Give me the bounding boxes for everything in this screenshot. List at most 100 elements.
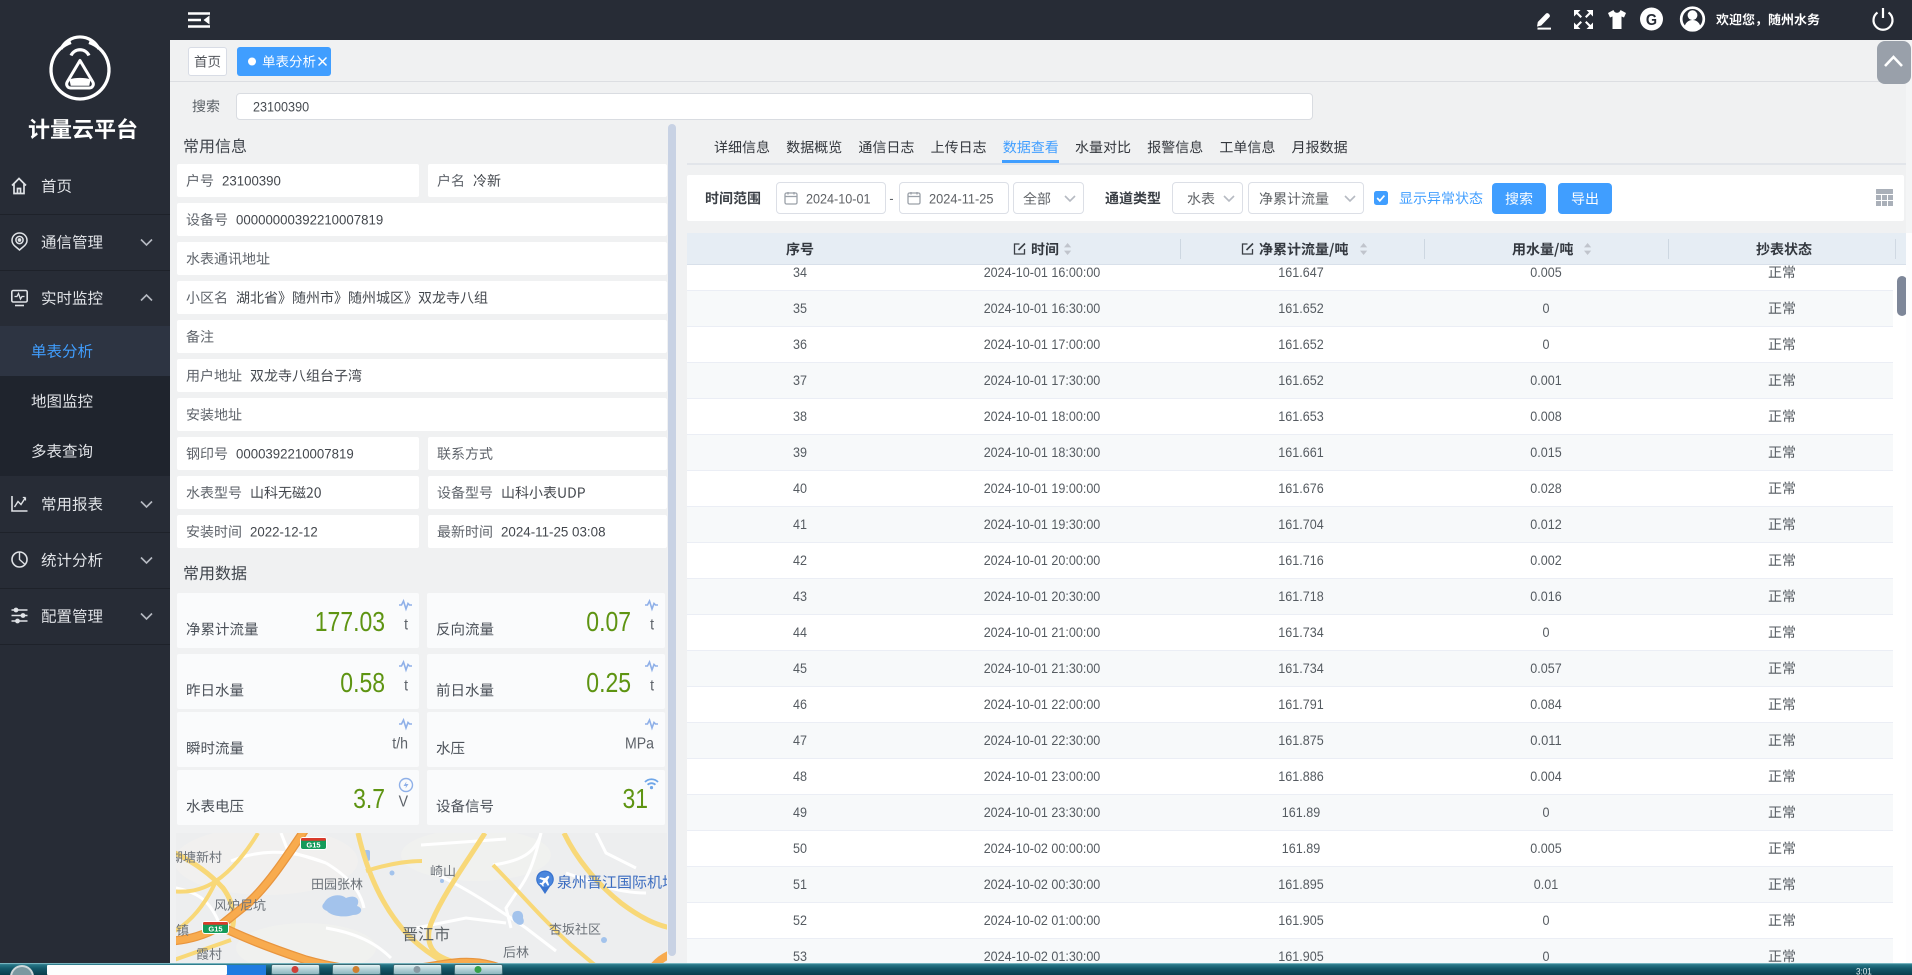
svg-text:3:01: 3:01 xyxy=(1856,967,1872,975)
svg-text:2024-10-01 23:00:00: 2024-10-01 23:00:00 xyxy=(984,769,1101,784)
svg-text:2024-10-01 21:00:00: 2024-10-01 21:00:00 xyxy=(984,625,1101,640)
svg-text:161.895: 161.895 xyxy=(1278,877,1323,892)
svg-text:48: 48 xyxy=(793,769,807,784)
svg-text:t: t xyxy=(404,617,408,634)
svg-text:t: t xyxy=(650,678,654,695)
svg-text:31: 31 xyxy=(623,783,649,814)
svg-text:36: 36 xyxy=(793,337,807,352)
svg-text:3.7: 3.7 xyxy=(353,783,385,814)
svg-text:2024-10-02 01:30:00: 2024-10-02 01:30:00 xyxy=(984,949,1101,964)
svg-text:0.028: 0.028 xyxy=(1530,481,1561,496)
svg-text:2022-12-12: 2022-12-12 xyxy=(250,524,318,539)
svg-text:0: 0 xyxy=(1543,625,1550,640)
svg-text:161.791: 161.791 xyxy=(1278,697,1323,712)
svg-text:161.661: 161.661 xyxy=(1278,445,1323,460)
svg-text:2024-10-01 21:30:00: 2024-10-01 21:30:00 xyxy=(984,661,1101,676)
svg-text:2024-10-01 16:00:00: 2024-10-01 16:00:00 xyxy=(984,265,1101,280)
svg-text:177.03: 177.03 xyxy=(315,606,385,637)
svg-text:G: G xyxy=(1646,12,1657,29)
svg-text:161.647: 161.647 xyxy=(1278,265,1323,280)
svg-text:2024-10-02 00:30:00: 2024-10-02 00:30:00 xyxy=(984,877,1101,892)
svg-text:0.012: 0.012 xyxy=(1530,517,1561,532)
svg-text:2024-10-01 17:30:00: 2024-10-01 17:30:00 xyxy=(984,373,1101,388)
svg-text:161.704: 161.704 xyxy=(1278,517,1324,532)
svg-text:23100390: 23100390 xyxy=(222,173,281,188)
svg-text:2024-10-01 19:30:00: 2024-10-01 19:30:00 xyxy=(984,517,1101,532)
svg-text:2024-10-01 19:00:00: 2024-10-01 19:00:00 xyxy=(984,481,1101,496)
svg-text:161.886: 161.886 xyxy=(1278,769,1323,784)
svg-text:2024-10-01 20:30:00: 2024-10-01 20:30:00 xyxy=(984,589,1101,604)
svg-text:0: 0 xyxy=(1543,913,1550,928)
svg-text:0.002: 0.002 xyxy=(1530,553,1561,568)
svg-text:2024-10-01 17:00:00: 2024-10-01 17:00:00 xyxy=(984,337,1101,352)
svg-text:2024-10-01 22:00:00: 2024-10-01 22:00:00 xyxy=(984,697,1101,712)
svg-text:0.004: 0.004 xyxy=(1530,769,1562,784)
svg-text:161.653: 161.653 xyxy=(1278,409,1323,424)
svg-text:39: 39 xyxy=(793,445,807,460)
svg-text:0.25: 0.25 xyxy=(586,667,631,698)
svg-text:51: 51 xyxy=(793,877,807,892)
svg-text:G15: G15 xyxy=(306,841,320,850)
svg-text:0: 0 xyxy=(1543,805,1550,820)
svg-text:0.01: 0.01 xyxy=(1534,877,1558,892)
svg-text:0: 0 xyxy=(1543,949,1550,964)
svg-text:44: 44 xyxy=(793,625,807,640)
svg-text:2024-10-02 01:00:00: 2024-10-02 01:00:00 xyxy=(984,913,1101,928)
svg-text:0.057: 0.057 xyxy=(1530,661,1561,676)
svg-text:161.652: 161.652 xyxy=(1278,337,1323,352)
svg-text:MPa: MPa xyxy=(625,736,654,753)
svg-text:161.89: 161.89 xyxy=(1282,805,1320,820)
svg-text:49: 49 xyxy=(793,805,807,820)
svg-text:161.676: 161.676 xyxy=(1278,481,1323,496)
svg-text:2024-10-02 00:00:00: 2024-10-02 00:00:00 xyxy=(984,841,1101,856)
svg-text:t: t xyxy=(404,678,408,695)
svg-text:46: 46 xyxy=(793,697,807,712)
svg-text:0.008: 0.008 xyxy=(1530,409,1561,424)
svg-text:0.58: 0.58 xyxy=(340,667,385,698)
svg-text:23100390: 23100390 xyxy=(253,98,309,114)
svg-text:161.905: 161.905 xyxy=(1278,913,1323,928)
svg-text:2024-10-01: 2024-10-01 xyxy=(806,190,871,206)
svg-text:47: 47 xyxy=(793,733,807,748)
svg-text:2024-10-01 18:00:00: 2024-10-01 18:00:00 xyxy=(984,409,1101,424)
svg-text:0.011: 0.011 xyxy=(1530,733,1561,748)
svg-text:35: 35 xyxy=(793,301,807,316)
svg-text:2024-10-01 20:00:00: 2024-10-01 20:00:00 xyxy=(984,553,1101,568)
svg-text:50: 50 xyxy=(793,841,807,856)
svg-text:t/h: t/h xyxy=(392,736,408,753)
svg-text:2024-11-25: 2024-11-25 xyxy=(929,190,994,206)
svg-text:34: 34 xyxy=(793,265,807,280)
svg-text:0: 0 xyxy=(1543,337,1550,352)
svg-text:161.652: 161.652 xyxy=(1278,373,1323,388)
svg-text:0.015: 0.015 xyxy=(1530,445,1561,460)
svg-text:0.016: 0.016 xyxy=(1530,589,1561,604)
svg-text:53: 53 xyxy=(793,949,807,964)
svg-text:0: 0 xyxy=(1543,301,1550,316)
svg-text:V: V xyxy=(399,794,409,811)
svg-text:161.89: 161.89 xyxy=(1282,841,1320,856)
svg-text:41: 41 xyxy=(793,517,807,532)
svg-text:0.001: 0.001 xyxy=(1530,373,1561,388)
svg-text:42: 42 xyxy=(793,553,807,568)
svg-text:0.005: 0.005 xyxy=(1530,265,1561,280)
svg-text:43: 43 xyxy=(793,589,807,604)
svg-text:37: 37 xyxy=(793,373,807,388)
svg-text:2024-10-01 16:30:00: 2024-10-01 16:30:00 xyxy=(984,301,1101,316)
svg-text:52: 52 xyxy=(793,913,807,928)
svg-text:161.652: 161.652 xyxy=(1278,301,1323,316)
svg-text:-: - xyxy=(889,190,893,206)
svg-text:161.734: 161.734 xyxy=(1278,625,1324,640)
svg-text:40: 40 xyxy=(793,481,807,496)
svg-text:00000000392210007819: 00000000392210007819 xyxy=(236,212,383,227)
svg-text:161.905: 161.905 xyxy=(1278,949,1323,964)
svg-text:2024-10-01 18:30:00: 2024-10-01 18:30:00 xyxy=(984,445,1101,460)
svg-text:161.716: 161.716 xyxy=(1278,553,1323,568)
svg-text:0.005: 0.005 xyxy=(1530,841,1561,856)
svg-text:0.084: 0.084 xyxy=(1530,697,1562,712)
svg-text:2024-10-01 23:30:00: 2024-10-01 23:30:00 xyxy=(984,805,1101,820)
svg-text:2024-11-25 03:08: 2024-11-25 03:08 xyxy=(501,524,606,539)
svg-text:t: t xyxy=(650,617,654,634)
svg-text:2024-10-01 22:30:00: 2024-10-01 22:30:00 xyxy=(984,733,1101,748)
svg-text:161.875: 161.875 xyxy=(1278,733,1323,748)
svg-text:45: 45 xyxy=(793,661,807,676)
